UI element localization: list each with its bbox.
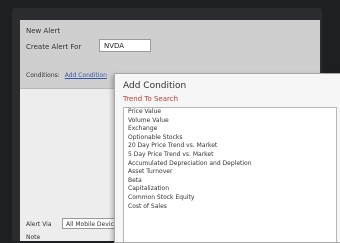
add-condition-link[interactable]: Add Condition [65,72,107,79]
ticker-input[interactable]: NVDA [99,39,151,52]
condition-list: Price Value Volume Value Exchange Option… [123,107,337,242]
list-item[interactable]: Capitalization [124,185,336,194]
note-label: Note [26,234,41,241]
list-item[interactable]: Volume Value [124,117,336,126]
alert-via-label: Alert Via [26,221,52,228]
dialog-title: Add Condition [123,81,187,91]
list-item[interactable]: Beta [124,177,336,186]
panel-title: New Alert [26,27,61,35]
list-item[interactable]: Accumulated Depreciation and Depletion [124,160,336,169]
list-item[interactable]: 5 Day Price Trend vs. Market [124,151,336,160]
conditions-label: Conditions [26,72,58,79]
list-item[interactable]: Exchange [124,125,336,134]
list-item[interactable]: Optionable Stocks [124,134,336,143]
list-item[interactable]: Price Value [124,108,336,117]
list-item[interactable]: 20 Day Price Trend vs. Market [124,142,336,151]
add-condition-dialog: Add Condition Trend To Search Price Valu… [114,73,340,243]
dialog-subtitle: Trend To Search [123,95,179,103]
list-item[interactable]: Common Stock Equity [124,194,336,203]
conditions-row: Conditions: Add Condition [26,72,107,79]
alert-via-select[interactable]: All Mobile Devices [62,218,122,229]
list-item[interactable]: Asset Turnover [124,168,336,177]
create-alert-label: Create Alert For [26,43,82,51]
list-item[interactable]: Cost of Sales [124,203,336,212]
